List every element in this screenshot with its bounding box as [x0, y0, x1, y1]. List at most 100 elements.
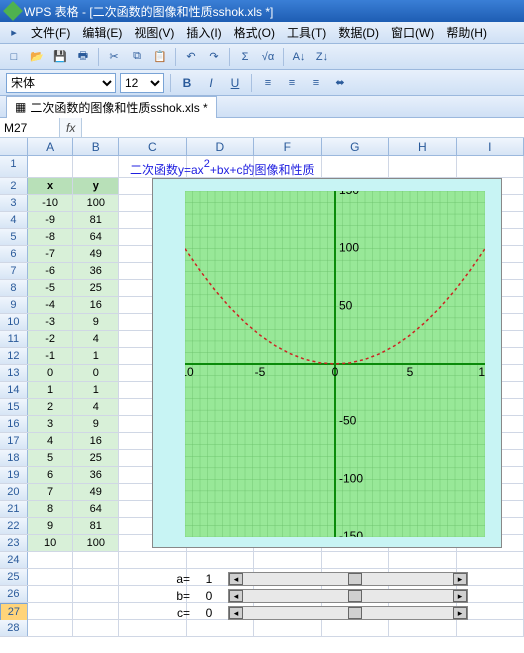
row-header[interactable]: 6 — [0, 246, 28, 262]
cell[interactable]: -1 — [28, 348, 74, 364]
cell[interactable]: 4 — [73, 331, 119, 347]
italic-icon[interactable]: I — [201, 73, 221, 93]
row-header[interactable]: 20 — [0, 484, 28, 500]
cell[interactable]: 0 — [73, 365, 119, 381]
merge-icon[interactable]: ⬌ — [330, 73, 350, 93]
cell[interactable]: 100 — [73, 535, 119, 551]
scroll-left-icon[interactable]: ◂ — [229, 573, 243, 585]
col-header[interactable]: H — [389, 138, 456, 155]
cell[interactable] — [457, 620, 524, 636]
name-box[interactable]: M27 — [0, 118, 60, 137]
cell[interactable]: y — [73, 178, 119, 194]
cell[interactable]: 4 — [28, 433, 74, 449]
cell[interactable] — [73, 586, 119, 602]
align-left-icon[interactable]: ≡ — [258, 73, 278, 93]
underline-icon[interactable]: U — [225, 73, 245, 93]
menu-D[interactable]: 数据(D) — [333, 22, 384, 43]
cell[interactable] — [28, 552, 74, 568]
formula-input[interactable] — [81, 118, 524, 137]
cell[interactable]: 3 — [28, 416, 74, 432]
sort-desc-icon[interactable]: Z↓ — [312, 47, 332, 67]
scroll-right-icon[interactable]: ▸ — [453, 590, 467, 602]
row-header[interactable]: 5 — [0, 229, 28, 245]
paste-icon[interactable]: 📋 — [150, 47, 170, 67]
row-header[interactable]: 12 — [0, 348, 28, 364]
row-header[interactable]: 19 — [0, 467, 28, 483]
row-header[interactable]: 18 — [0, 450, 28, 466]
row-header[interactable]: 26 — [0, 586, 28, 602]
cell[interactable]: 49 — [73, 246, 119, 262]
scroll-right-icon[interactable]: ▸ — [453, 607, 467, 619]
cell[interactable]: 100 — [73, 195, 119, 211]
cell[interactable] — [187, 620, 254, 636]
cell[interactable]: -5 — [28, 280, 74, 296]
cell[interactable] — [73, 156, 119, 177]
sort-asc-icon[interactable]: A↓ — [289, 47, 309, 67]
cell[interactable] — [322, 552, 389, 568]
cell[interactable]: 0 — [28, 365, 74, 381]
cell[interactable]: 4 — [73, 399, 119, 415]
cell[interactable]: 8 — [28, 501, 74, 517]
cell[interactable] — [254, 552, 321, 568]
scroll-left-icon[interactable]: ◂ — [229, 607, 243, 619]
cell[interactable] — [73, 603, 119, 619]
scroll-thumb[interactable] — [348, 573, 362, 585]
cell[interactable]: 9 — [73, 416, 119, 432]
row-header[interactable]: 10 — [0, 314, 28, 330]
font-size-select[interactable]: 12 — [120, 73, 164, 93]
cell[interactable]: 64 — [73, 229, 119, 245]
redo-icon[interactable]: ↷ — [204, 47, 224, 67]
cell[interactable]: 1 — [73, 382, 119, 398]
font-name-select[interactable]: 宋体 — [6, 73, 116, 93]
row-header[interactable]: 16 — [0, 416, 28, 432]
row-header[interactable]: 28 — [0, 620, 28, 636]
cell[interactable]: -6 — [28, 263, 74, 279]
formula-icon[interactable]: √α — [258, 47, 278, 67]
cell[interactable] — [457, 552, 524, 568]
fx-icon[interactable]: fx — [60, 121, 81, 135]
row-header[interactable]: 9 — [0, 297, 28, 313]
cell[interactable] — [389, 620, 456, 636]
scrollbar[interactable]: ◂▸ — [228, 572, 468, 586]
cell[interactable]: 10 — [28, 535, 74, 551]
col-header[interactable]: D — [187, 138, 254, 155]
cell[interactable]: 16 — [73, 433, 119, 449]
sum-icon[interactable]: Σ — [235, 47, 255, 67]
align-right-icon[interactable]: ≡ — [306, 73, 326, 93]
row-header[interactable]: 21 — [0, 501, 28, 517]
row-header[interactable]: 7 — [0, 263, 28, 279]
cell[interactable] — [119, 620, 186, 636]
cell[interactable] — [73, 569, 119, 585]
row-header[interactable]: 23 — [0, 535, 28, 551]
cell[interactable] — [389, 552, 456, 568]
cell[interactable]: 1 — [73, 348, 119, 364]
cell[interactable]: 16 — [73, 297, 119, 313]
scroll-thumb[interactable] — [348, 590, 362, 602]
open-icon[interactable]: 📂 — [27, 47, 47, 67]
cell[interactable]: x — [28, 178, 74, 194]
align-center-icon[interactable]: ≡ — [282, 73, 302, 93]
new-icon[interactable]: □ — [4, 47, 24, 67]
cell[interactable]: -7 — [28, 246, 74, 262]
cell[interactable]: 49 — [73, 484, 119, 500]
cell[interactable] — [322, 156, 389, 177]
cell[interactable]: 64 — [73, 501, 119, 517]
col-header[interactable]: G — [322, 138, 389, 155]
row-header[interactable]: 1 — [0, 156, 28, 177]
cell[interactable]: -3 — [28, 314, 74, 330]
col-header[interactable]: F — [254, 138, 321, 155]
cell[interactable]: 25 — [73, 280, 119, 296]
bold-icon[interactable]: B — [177, 73, 197, 93]
cell[interactable]: -4 — [28, 297, 74, 313]
chart-area[interactable]: -10-50510-150-100-5050100150 — [152, 178, 502, 548]
cell[interactable] — [28, 586, 74, 602]
menu-W[interactable]: 窗口(W) — [386, 22, 439, 43]
row-header[interactable]: 3 — [0, 195, 28, 211]
file-tab[interactable]: ▦ 二次函数的图像和性质sshok.xls * — [6, 96, 217, 118]
cell[interactable] — [187, 552, 254, 568]
cell[interactable] — [457, 156, 524, 177]
col-header[interactable]: C — [119, 138, 186, 155]
cell[interactable] — [389, 156, 456, 177]
row-header[interactable]: 4 — [0, 212, 28, 228]
row-header[interactable]: 25 — [0, 569, 28, 585]
